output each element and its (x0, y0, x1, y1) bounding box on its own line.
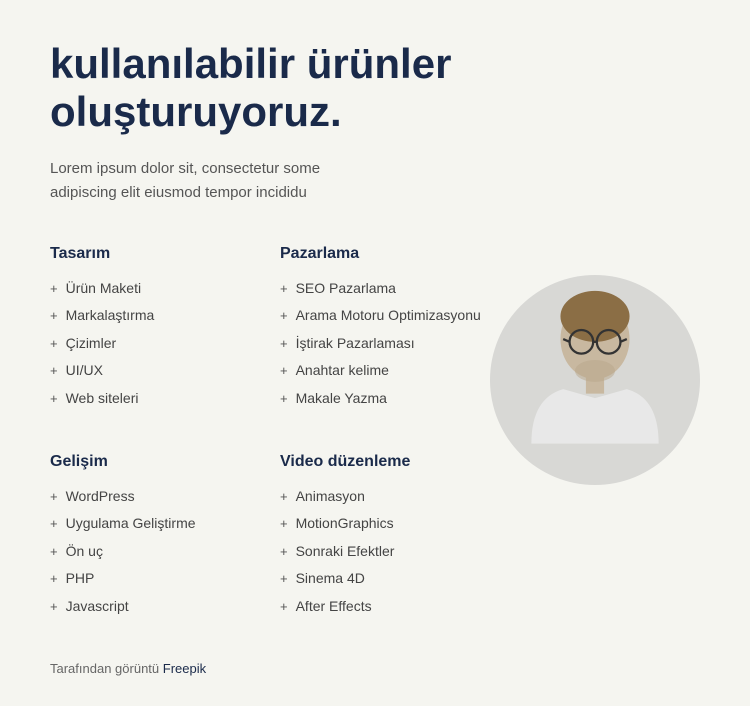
category-list-tasarim: + Ürün Maketi + Markalaştırma + Çizimler + UI/U… (50, 275, 260, 413)
category-title-gelisim: Gelişim (50, 453, 260, 471)
list-item: + Web siteleri (50, 385, 260, 413)
heading-line2: oluşturuyoruz. (50, 88, 342, 135)
list-item: + Ön uç (50, 538, 260, 566)
list-item: + Sonraki Efektler (280, 538, 490, 566)
plus-icon: + (280, 515, 288, 533)
list-item-label: Markalaştırma (66, 306, 155, 326)
category-list-video: + Animasyon + MotionGraphics + Sonraki Efektl… (280, 483, 490, 621)
list-item: + İştirak Pazarlaması (280, 330, 490, 358)
plus-icon: + (280, 570, 288, 588)
plus-icon: + (280, 390, 288, 408)
person-svg (505, 280, 685, 480)
list-item: + SEO Pazarlama (280, 275, 490, 303)
list-item-label: Ön uç (66, 542, 103, 562)
list-item: + Javascript (50, 593, 260, 621)
category-gelisim: Gelişim + WordPress + Uygulama Geliştirme + Ön… (50, 453, 260, 621)
content-area: Tasarım + Ürün Maketi + Markalaştırma + Çiziml… (50, 245, 700, 676)
plus-icon: + (50, 598, 58, 616)
list-item: + MotionGraphics (280, 510, 490, 538)
list-item-label: Arama Motoru Optimizasyonu (296, 306, 481, 326)
plus-icon: + (50, 390, 58, 408)
list-item: + Markalaştırma (50, 302, 260, 330)
plus-icon: + (280, 362, 288, 380)
person-image (490, 275, 700, 485)
list-item-label: WordPress (66, 487, 135, 507)
plus-icon: + (280, 307, 288, 325)
plus-icon: + (50, 515, 58, 533)
footer-credit: Tarafından görüntü Freepik (50, 661, 490, 676)
category-tasarim: Tasarım + Ürün Maketi + Markalaştırma + Çiziml… (50, 245, 260, 413)
list-item: + Ürün Maketi (50, 275, 260, 303)
list-item: + UI/UX (50, 357, 260, 385)
list-item: + Animasyon (280, 483, 490, 511)
list-item: + Arama Motoru Optimizasyonu (280, 302, 490, 330)
subtitle-text: Lorem ipsum dolor sit, consectetur some … (50, 157, 370, 205)
heading-line1: kullanılabilir ürünler (50, 40, 451, 87)
list-item-label: SEO Pazarlama (296, 279, 396, 299)
list-item-label: Web siteleri (66, 389, 139, 409)
plus-icon: + (280, 335, 288, 353)
list-item-label: PHP (66, 569, 95, 589)
list-item: + Sinema 4D (280, 565, 490, 593)
freepik-link[interactable]: Freepik (163, 661, 206, 676)
list-item-label: Çizimler (66, 334, 117, 354)
category-title-tasarim: Tasarım (50, 245, 260, 263)
plus-icon: + (50, 488, 58, 506)
list-item-label: Ürün Maketi (66, 279, 141, 299)
plus-icon: + (50, 335, 58, 353)
list-item-label: MotionGraphics (296, 514, 394, 534)
plus-icon: + (50, 543, 58, 561)
list-item-label: Animasyon (296, 487, 365, 507)
page-heading: kullanılabilir ürünler oluşturuyoruz. (50, 40, 470, 137)
plus-icon: + (50, 280, 58, 298)
list-item-label: Uygulama Geliştirme (66, 514, 196, 534)
category-list-gelisim: + WordPress + Uygulama Geliştirme + Ön uç + PHP… (50, 483, 260, 621)
list-item-label: Javascript (66, 597, 129, 617)
category-video: Video düzenleme + Animasyon + MotionGraphics… (280, 453, 490, 621)
plus-icon: + (50, 307, 58, 325)
list-item: + Uygulama Geliştirme (50, 510, 260, 538)
list-item-label: UI/UX (66, 361, 103, 381)
plus-icon: + (280, 488, 288, 506)
left-section: Tasarım + Ürün Maketi + Markalaştırma + Çiziml… (50, 245, 490, 676)
category-pazarlama: Pazarlama + SEO Pazarlama + Arama Motoru Opt… (280, 245, 490, 413)
plus-icon: + (280, 598, 288, 616)
list-item-label: Sonraki Efektler (296, 542, 395, 562)
list-item: + WordPress (50, 483, 260, 511)
list-item-label: Makale Yazma (296, 389, 387, 409)
categories-grid: Tasarım + Ürün Maketi + Markalaştırma + Çiziml… (50, 245, 490, 631)
category-list-pazarlama: + SEO Pazarlama + Arama Motoru Optimizasyon… (280, 275, 490, 413)
category-title-pazarlama: Pazarlama (280, 245, 490, 263)
list-item-label: After Effects (296, 597, 372, 617)
plus-icon: + (50, 570, 58, 588)
plus-icon: + (280, 280, 288, 298)
footer-text: Tarafından görüntü (50, 661, 163, 676)
plus-icon: + (50, 362, 58, 380)
list-item: + Çizimler (50, 330, 260, 358)
list-item: + After Effects (280, 593, 490, 621)
list-item: + PHP (50, 565, 260, 593)
list-item-label: Sinema 4D (296, 569, 365, 589)
plus-icon: + (280, 543, 288, 561)
list-item: + Anahtar kelime (280, 357, 490, 385)
list-item: + Makale Yazma (280, 385, 490, 413)
category-title-video: Video düzenleme (280, 453, 490, 471)
list-item-label: İştirak Pazarlaması (296, 334, 415, 354)
list-item-label: Anahtar kelime (296, 361, 389, 381)
